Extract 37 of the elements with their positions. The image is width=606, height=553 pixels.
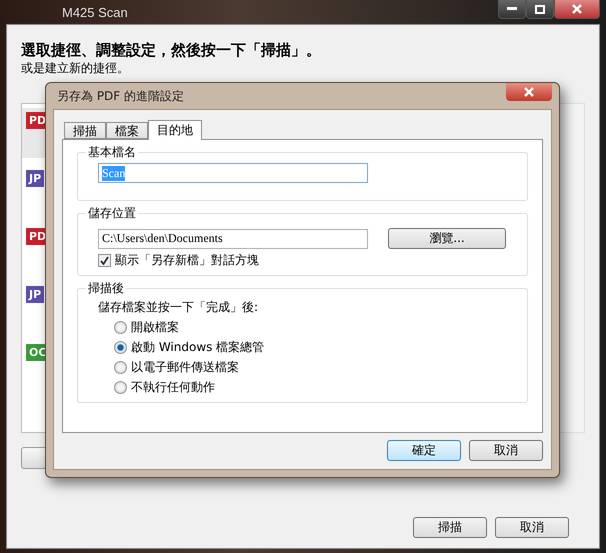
group-label: 儲存位置 xyxy=(87,205,137,222)
cancel-button[interactable]: 取消 xyxy=(495,517,569,538)
radio-button[interactable] xyxy=(114,341,127,354)
close-icon xyxy=(524,87,534,97)
radio-button[interactable] xyxy=(114,321,127,334)
cancel-button[interactable]: 取消 xyxy=(469,440,543,461)
radio-label: 啟動 Windows 檔案總管 xyxy=(131,339,264,356)
radio-button[interactable] xyxy=(114,381,127,394)
window-title: M425 Scan xyxy=(62,4,128,20)
file-type-icon: JP xyxy=(26,170,44,187)
minimize-icon xyxy=(507,7,517,11)
file-type-icon: JP xyxy=(26,286,44,303)
instruction-heading: 選取捷徑、調整設定，然後按一下「掃描」。 xyxy=(21,41,322,60)
tab[interactable]: 檔案 xyxy=(106,122,148,139)
radio-label: 不執行任何動作 xyxy=(131,379,215,396)
close-button[interactable] xyxy=(554,0,600,19)
ok-button[interactable]: 確定 xyxy=(387,440,461,461)
close-icon xyxy=(572,4,582,14)
maximize-button[interactable] xyxy=(526,0,554,19)
minimize-button[interactable] xyxy=(498,0,526,19)
scan-button[interactable]: 掃描 xyxy=(413,517,487,538)
group-label: 基本檔名 xyxy=(87,144,137,161)
radio-button[interactable] xyxy=(114,361,127,374)
tab[interactable]: 掃描 xyxy=(64,122,106,139)
instruction-subtext: 或是建立新的捷徑。 xyxy=(21,60,130,77)
browse-button[interactable]: 瀏覽... xyxy=(388,228,506,249)
dialog-title: 另存為 PDF 的進階設定 xyxy=(56,88,184,104)
close-button[interactable] xyxy=(506,83,552,101)
radio-label: 開啟檔案 xyxy=(131,319,179,336)
group-label: 掃描後 xyxy=(87,280,125,297)
checkbox[interactable] xyxy=(98,254,111,267)
prompt-text: 儲存檔案並按一下「完成」後: xyxy=(98,299,260,316)
radio-label: 以電子郵件傳送檔案 xyxy=(131,359,239,376)
folder-path-field[interactable]: C:\Users\den\Documents xyxy=(98,228,368,248)
maximize-icon xyxy=(535,4,545,14)
checkbox-label: 顯示「另存新檔」對話方塊 xyxy=(115,252,259,269)
tab[interactable]: 目的地 xyxy=(148,120,202,140)
